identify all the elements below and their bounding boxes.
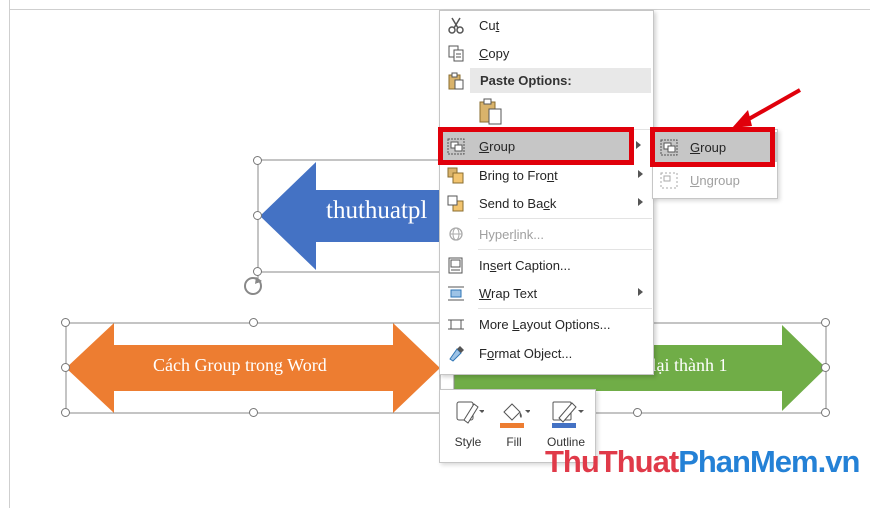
menu-item-insert-caption[interactable]: Insert Caption...: [440, 252, 653, 279]
submenu-item-ungroup[interactable]: Ungroup: [653, 165, 777, 195]
paste-icon: [448, 72, 464, 90]
resize-handle[interactable]: [61, 318, 70, 327]
resize-handle[interactable]: [249, 408, 258, 417]
menu-item-label: Insert Caption...: [479, 258, 571, 273]
submenu-arrow-icon: [638, 198, 643, 206]
paste-options-header: Paste Options:: [470, 68, 651, 93]
resize-handle[interactable]: [61, 408, 70, 417]
menu-item-label: More Layout Options...: [479, 317, 611, 332]
menu-item-label: Hyperlink...: [479, 227, 545, 242]
red-pointer-arrow: [732, 88, 801, 128]
menu-separator: [478, 218, 652, 219]
watermark-part-1: ThuThuat: [545, 444, 679, 479]
style-label: Style: [454, 435, 482, 449]
layout-options-icon: [448, 319, 464, 330]
scissors-icon: [448, 17, 464, 34]
menu-separator: [478, 249, 652, 250]
menu-item-label: Copy: [479, 46, 510, 61]
resize-handle[interactable]: [633, 408, 642, 417]
menu-item-send-to-back[interactable]: Send to Back: [440, 190, 653, 217]
ungroup-icon: [660, 172, 678, 189]
menu-item-more-layout-options[interactable]: More Layout Options...: [440, 311, 653, 338]
resize-handle[interactable]: [249, 318, 258, 327]
watermark-logo: ThuThuatPhanMem.vn: [545, 444, 860, 480]
wrap-text-icon: [448, 286, 464, 301]
menu-item-label: Wrap Text: [479, 286, 538, 301]
menu-item-label: Bring to Front: [479, 168, 558, 183]
paste-keep-formatting-icon[interactable]: [478, 98, 504, 126]
menu-item-bring-to-front[interactable]: Bring to Front: [440, 162, 653, 189]
menu-item-copy[interactable]: Copy: [440, 40, 653, 67]
menu-item-wrap-text[interactable]: Wrap Text: [440, 280, 653, 307]
rotate-handle-icon[interactable]: [244, 277, 262, 295]
bring-to-front-icon: [447, 167, 464, 184]
send-to-back-icon: [447, 195, 464, 212]
resize-handle[interactable]: [253, 156, 262, 165]
menu-item-format-object[interactable]: Format Object...: [440, 340, 653, 367]
highlight-box-submenu-group: [650, 127, 775, 167]
outline-pen-icon: [552, 401, 584, 428]
resize-handle[interactable]: [821, 363, 830, 372]
submenu-arrow-icon: [638, 288, 643, 296]
hyperlink-icon: [449, 227, 463, 241]
highlight-box-group: [438, 127, 634, 165]
fill-label: Fill: [506, 435, 522, 449]
orange-arrow-text: Cách Group trong Word: [153, 355, 327, 375]
resize-handle[interactable]: [253, 211, 262, 220]
format-object-icon: [449, 346, 464, 362]
paste-options-label: Paste Options:: [480, 73, 572, 88]
submenu-arrow-icon: [638, 170, 643, 178]
insert-caption-icon: [448, 257, 463, 274]
menu-item-label: Format Object...: [479, 346, 573, 361]
style-button[interactable]: Style: [448, 396, 488, 456]
resize-handle[interactable]: [253, 267, 262, 276]
menu-item-hyperlink[interactable]: Hyperlink...: [440, 221, 653, 248]
menu-separator: [478, 308, 652, 309]
resize-handle[interactable]: [821, 408, 830, 417]
blue-arrow-text: thuthuatpl: [326, 197, 428, 224]
fill-bucket-icon: [500, 403, 530, 428]
menu-item-cut[interactable]: Cut: [440, 12, 653, 39]
resize-handle[interactable]: [61, 363, 70, 372]
submenu-arrow-icon: [636, 141, 641, 149]
copy-icon: [448, 45, 464, 62]
fill-button[interactable]: Fill: [494, 396, 534, 456]
drawing-canvas: [65, 88, 827, 414]
menu-item-label: Cut: [479, 18, 500, 33]
submenu-item-label: Ungroup: [690, 173, 740, 188]
shape-style-icon: [456, 401, 484, 424]
watermark-part-2: PhanMem.vn: [678, 444, 860, 479]
context-menu: Cut Copy Paste Options: Group Bring to F…: [439, 10, 654, 375]
menu-item-label: Send to Back: [479, 196, 557, 211]
resize-handle[interactable]: [821, 318, 830, 327]
